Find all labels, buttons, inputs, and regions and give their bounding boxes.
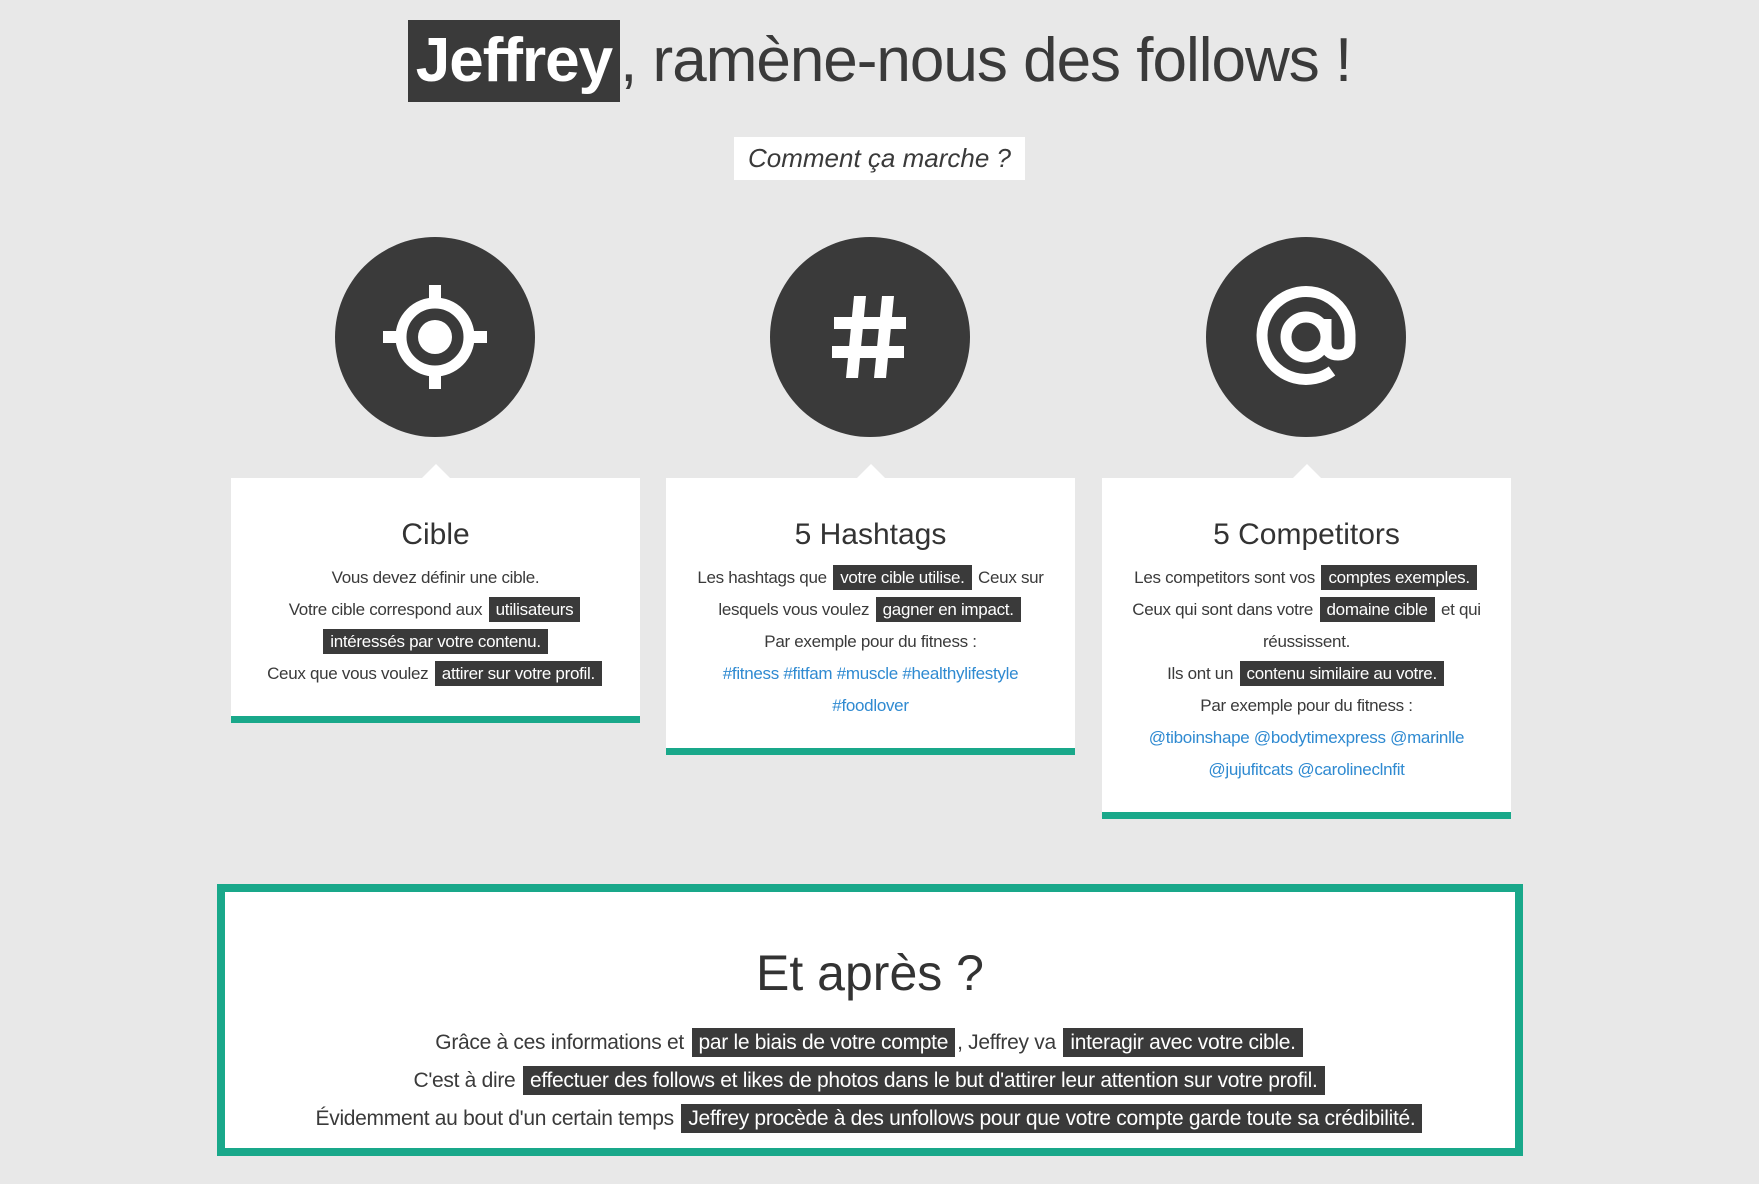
card-title: Cible xyxy=(401,518,470,551)
card-line: Vous devez définir une cible. xyxy=(331,568,540,587)
account-link[interactable]: @carolineclnfit xyxy=(1297,760,1405,779)
hashtag-icon xyxy=(770,237,970,437)
after-paragraph-3: Évidemment au bout d'un certain temps Je… xyxy=(225,1100,1515,1138)
card-title: 5 Competitors xyxy=(1213,518,1400,551)
after-section: Et après ? Grâce à ces informations et p… xyxy=(217,884,1523,1156)
brand-name: Jeffrey xyxy=(407,20,621,102)
card-line: Les competitors sont vos xyxy=(1134,568,1316,587)
highlight: contenu similaire au votre. xyxy=(1239,661,1444,686)
highlight: gagner en impact. xyxy=(875,597,1021,622)
card-title: 5 Hashtags xyxy=(794,518,947,551)
card-line: Ils ont un xyxy=(1167,664,1234,683)
card-line: Les hashtags que xyxy=(697,568,827,587)
highlight: attirer sur votre profil. xyxy=(434,661,602,686)
hashtag-link[interactable]: #foodlover xyxy=(832,696,909,715)
account-link[interactable]: @tiboinshape xyxy=(1149,728,1250,747)
example-label: Par exemple pour du fitness : xyxy=(764,632,977,651)
hashtag-link[interactable]: #fitfam xyxy=(783,664,832,683)
hashtag-link[interactable]: #healthylifestyle xyxy=(902,664,1018,683)
card-competitors: 5 Competitors Les competitors sont vos c… xyxy=(1102,464,1511,819)
account-link[interactable]: @jujufitcats xyxy=(1208,760,1293,779)
card-text: Vous devez définir une cible. Votre cibl… xyxy=(255,562,616,690)
after-paragraph-1: Grâce à ces informations et par le biais… xyxy=(225,1024,1515,1062)
subtitle: Comment ça marche ? xyxy=(734,137,1025,180)
card-text: Les hashtags que votre cible utilise. Ce… xyxy=(690,562,1051,722)
page-title: Jeffrey, ramène-nous des follows ! xyxy=(0,20,1759,102)
card-line: Ceux qui sont dans votre xyxy=(1132,600,1314,619)
highlight: Jeffrey procède à des unfollows pour que… xyxy=(681,1104,1423,1133)
card-line: Ceux que vous voulez xyxy=(267,664,429,683)
card-cible: Cible Vous devez définir une cible. Votr… xyxy=(231,464,640,723)
account-list: @tiboinshape @bodytimexpress @marinlle @… xyxy=(1149,728,1465,779)
example-label: Par exemple pour du fitness : xyxy=(1200,696,1413,715)
highlight: votre cible utilise. xyxy=(833,565,972,590)
subtitle-wrap: Comment ça marche ? xyxy=(0,137,1759,180)
highlight: effectuer des follows et likes de photos… xyxy=(522,1066,1325,1095)
account-link[interactable]: @bodytimexpress xyxy=(1254,728,1386,747)
account-link[interactable]: @marinlle xyxy=(1390,728,1464,747)
after-text: Évidemment au bout d'un certain temps xyxy=(315,1107,675,1130)
highlight: comptes exemples. xyxy=(1321,565,1477,590)
after-paragraph-2: C'est à dire effectuer des follows et li… xyxy=(225,1062,1515,1100)
crosshair-icon xyxy=(335,237,535,437)
card-text: Les competitors sont vos comptes exemple… xyxy=(1126,562,1487,786)
hashtag-link[interactable]: #muscle xyxy=(837,664,899,683)
highlight: domaine cible xyxy=(1319,597,1435,622)
highlight: par le biais de votre compte xyxy=(691,1028,956,1057)
after-text: , Jeffrey va xyxy=(957,1031,1056,1054)
after-text: C'est à dire xyxy=(413,1069,516,1092)
card-line: Votre cible correspond aux xyxy=(288,600,483,619)
after-text: Grâce à ces informations et xyxy=(435,1031,684,1054)
after-title: Et après ? xyxy=(756,945,984,1001)
card-hashtags: 5 Hashtags Les hashtags que votre cible … xyxy=(666,464,1075,755)
at-icon xyxy=(1206,237,1406,437)
highlight: interagir avec votre cible. xyxy=(1063,1028,1303,1057)
hashtag-link[interactable]: #fitness xyxy=(723,664,779,683)
title-text: , ramène-nous des follows ! xyxy=(620,26,1352,95)
hashtag-list: #fitness #fitfam #muscle #healthylifesty… xyxy=(723,664,1019,715)
